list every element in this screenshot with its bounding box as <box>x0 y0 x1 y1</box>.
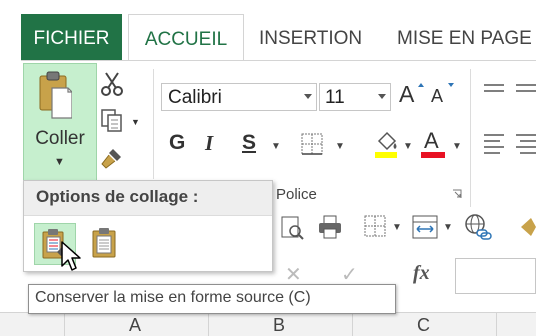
underline-dropdown-icon[interactable]: ▼ <box>271 141 281 152</box>
format-painter-icon[interactable] <box>99 145 125 171</box>
font-name-select[interactable]: Calibri <box>161 83 317 111</box>
fill-color-icon[interactable] <box>373 129 399 159</box>
font-name-value: Calibri <box>168 87 222 108</box>
font-color-dropdown-icon[interactable]: ▼ <box>452 141 462 152</box>
align-icon[interactable] <box>482 131 536 157</box>
chevron-down-icon <box>304 94 312 99</box>
print-icon[interactable] <box>317 214 343 240</box>
tab-file[interactable]: FICHIER <box>21 14 122 60</box>
svg-text:A: A <box>424 128 439 153</box>
border-icon[interactable] <box>363 214 387 238</box>
column-header-a[interactable]: A <box>129 315 141 336</box>
column-divider <box>496 313 497 336</box>
paste-button[interactable]: Coller ▼ <box>23 63 97 181</box>
shape-icon[interactable] <box>519 216 536 238</box>
scissors-icon[interactable] <box>99 71 125 97</box>
tab-home[interactable]: ACCUEIL <box>128 14 244 62</box>
tab-insert[interactable]: INSERTION <box>259 14 362 60</box>
chevron-down-icon <box>378 94 386 99</box>
excel-window: FICHIER ACCUEIL INSERTION MISE EN PAGE C… <box>0 0 536 336</box>
paste-options-title: Options de collage : <box>36 187 199 206</box>
ribbon-tab-bar: FICHIER ACCUEIL INSERTION MISE EN PAGE <box>0 14 536 62</box>
bold-button[interactable]: G <box>169 131 185 155</box>
column-divider <box>352 313 353 336</box>
font-color-icon[interactable]: A <box>420 127 446 159</box>
formula-input[interactable] <box>455 258 536 294</box>
hyperlink-icon[interactable] <box>463 212 493 242</box>
chevron-down-icon[interactable]: ▼ <box>54 156 65 168</box>
toolbar-row: ▼ ▼ <box>271 210 536 246</box>
clipboard-icon <box>39 71 72 119</box>
column-width-dropdown-icon[interactable]: ▼ <box>443 222 453 233</box>
grow-font-button[interactable]: A <box>399 81 414 108</box>
cursor-icon <box>61 241 81 271</box>
group-divider <box>470 69 471 207</box>
paste-option[interactable] <box>84 223 124 263</box>
font-group-label: Police <box>276 186 317 203</box>
copy-icon[interactable] <box>99 107 125 133</box>
tab-page-layout[interactable]: MISE EN PAGE <box>397 14 532 60</box>
align-top-icon[interactable] <box>482 81 536 107</box>
clipboard-icon <box>92 228 116 258</box>
italic-button[interactable]: I <box>205 131 213 156</box>
font-size-select[interactable]: 11 <box>319 83 391 111</box>
border-dropdown-icon[interactable]: ▼ <box>392 222 402 233</box>
column-divider <box>64 313 65 336</box>
tooltip: Conserver la mise en forme source (C) <box>28 284 396 314</box>
group-divider <box>153 69 154 179</box>
column-header-b[interactable]: B <box>273 315 285 336</box>
paste-options-header: Options de collage : <box>24 181 272 216</box>
border-dropdown-icon[interactable]: ▼ <box>335 141 345 152</box>
column-divider <box>208 313 209 336</box>
grow-arrow-icon <box>418 83 424 87</box>
paste-label: Coller <box>35 128 85 149</box>
print-preview-icon[interactable] <box>279 214 305 240</box>
tooltip-text: Conserver la mise en forme source (C) <box>35 289 311 306</box>
copy-dropdown-icon[interactable]: ▼ <box>131 117 140 127</box>
column-header-c[interactable]: C <box>417 315 430 336</box>
font-size-value: 11 <box>325 87 345 108</box>
border-icon[interactable] <box>301 133 323 155</box>
shrink-font-button[interactable]: A <box>431 86 443 107</box>
dialog-launcher-icon[interactable] <box>452 189 462 199</box>
column-headers: A B C <box>0 312 536 336</box>
underline-button[interactable]: S <box>242 131 256 155</box>
fill-dropdown-icon[interactable]: ▼ <box>403 141 413 152</box>
insert-function-button[interactable]: fx <box>413 262 430 285</box>
column-width-icon[interactable] <box>411 214 439 240</box>
shrink-arrow-icon <box>448 83 454 87</box>
